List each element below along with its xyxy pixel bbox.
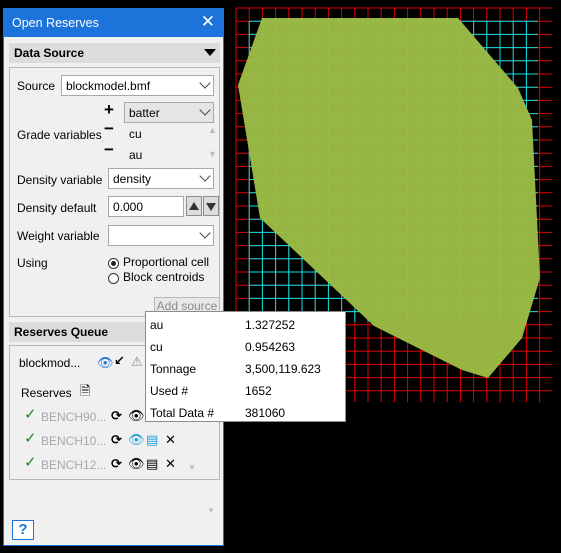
chevron-down-icon <box>199 104 211 116</box>
eye-icon[interactable]: 👁 <box>128 433 145 447</box>
minus-icon[interactable]: − <box>104 141 114 158</box>
check-icon: ✓ <box>24 430 37 447</box>
source-value: blockmodel.bmf <box>66 79 151 93</box>
density-variable-label: Density variable <box>17 173 103 187</box>
tooltip-key-used: Used # <box>150 384 189 398</box>
bench-item-1[interactable]: BENCH90... <box>41 410 106 424</box>
radio-proportional-cell[interactable] <box>108 258 119 269</box>
spin-down-button[interactable] <box>203 196 219 216</box>
grade-variable-au: au <box>129 148 143 162</box>
title-bar: Open Reserves ✕ <box>4 9 223 37</box>
bench-item-2[interactable]: BENCH10... <box>41 434 106 448</box>
tooltip-value-au: 1.327252 <box>245 318 296 332</box>
data-source-header[interactable]: Data Source <box>9 43 220 63</box>
weight-variable-label: Weight variable <box>17 229 100 243</box>
help-button[interactable]: ? <box>12 520 34 540</box>
block-centroids-label: Block centroids <box>123 270 205 284</box>
import-arrow-icon[interactable]: ↙ <box>114 354 125 368</box>
collapse-triangle-icon[interactable] <box>204 49 216 56</box>
density-default-value: 0.000 <box>113 200 144 214</box>
weight-variable-combo[interactable] <box>108 225 214 246</box>
tooltip-key-cu: cu <box>150 340 163 354</box>
block-info-tooltip: au 1.327252 cu 0.954263 Tonnage 3,500,11… <box>145 311 346 422</box>
dialog-title: Open Reserves <box>12 16 99 30</box>
open-reserves-panel: Open Reserves ✕ Data Source Source block… <box>3 8 224 546</box>
chevron-down-icon <box>199 227 211 239</box>
arrow-down-icon <box>206 203 216 211</box>
tooltip-value-total: 381060 <box>245 406 286 420</box>
check-icon: ✓ <box>24 406 37 423</box>
grade-variable-cu: cu <box>129 127 142 141</box>
check-icon: ✓ <box>24 454 37 471</box>
arrow-up-icon <box>189 202 199 210</box>
report-icon[interactable]: ▤ <box>146 433 158 447</box>
proportional-cell-label: Proportional cell <box>123 255 210 269</box>
reserves-label: Reserves <box>21 386 72 400</box>
tooltip-key-total: Total Data # <box>150 406 215 420</box>
grade-variables-label: Grade variables <box>17 128 102 142</box>
grade-add-combo[interactable]: batter <box>124 102 214 123</box>
reserves-queue-title: Reserves Queue <box>14 325 109 339</box>
using-label: Using <box>17 256 48 270</box>
warning-icon[interactable]: ⚠ <box>131 355 143 369</box>
scroll-down-icon[interactable]: ▼ <box>188 461 196 475</box>
density-variable-combo[interactable]: density <box>108 168 214 189</box>
grade-add-value: batter <box>129 106 160 120</box>
report-icon[interactable]: ▤ <box>146 457 158 471</box>
data-source-group: Source blockmodel.bmf + batter Grade var… <box>9 67 220 317</box>
scroll-up-icon[interactable]: ▲ <box>208 123 217 137</box>
panel-scroll-down-icon[interactable]: ▼ <box>207 504 215 518</box>
model-name: blockmod... <box>19 356 81 370</box>
delete-icon[interactable]: ✕ <box>165 457 176 471</box>
density-default-input[interactable]: 0.000 <box>108 196 184 217</box>
density-variable-value: density <box>113 172 152 186</box>
document-icon[interactable]: 🗎 <box>80 384 90 398</box>
refresh-icon[interactable]: ⟳ <box>111 409 122 423</box>
bench-item-3[interactable]: BENCH12... <box>41 458 106 472</box>
tooltip-key-au: au <box>150 318 164 332</box>
refresh-icon[interactable]: ⟳ <box>111 433 122 447</box>
plus-icon[interactable]: + <box>104 101 114 118</box>
source-combo[interactable]: blockmodel.bmf <box>61 75 214 96</box>
source-label: Source <box>17 79 56 93</box>
tooltip-key-tonnage: Tonnage <box>150 362 197 376</box>
chevron-down-icon <box>199 170 211 182</box>
chevron-down-icon <box>199 77 211 89</box>
eye-icon[interactable]: 👁 <box>97 356 114 370</box>
tooltip-value-tonnage: 3,500,119.623 <box>245 362 321 376</box>
tooltip-value-cu: 0.954263 <box>245 340 296 354</box>
tooltip-value-used: 1652 <box>245 384 272 398</box>
data-source-title: Data Source <box>14 46 85 60</box>
minus-icon[interactable]: − <box>104 120 114 137</box>
eye-icon[interactable]: 👁 <box>128 457 145 471</box>
refresh-icon[interactable]: ⟳ <box>111 457 122 471</box>
density-default-label: Density default <box>17 201 97 215</box>
spin-up-button[interactable] <box>186 196 202 216</box>
close-icon[interactable]: ✕ <box>201 12 215 32</box>
radio-block-centroids[interactable] <box>108 273 119 284</box>
delete-icon[interactable]: ✕ <box>165 433 176 447</box>
eye-icon[interactable]: 👁 <box>128 409 145 423</box>
scroll-down-icon[interactable]: ▼ <box>208 147 217 161</box>
